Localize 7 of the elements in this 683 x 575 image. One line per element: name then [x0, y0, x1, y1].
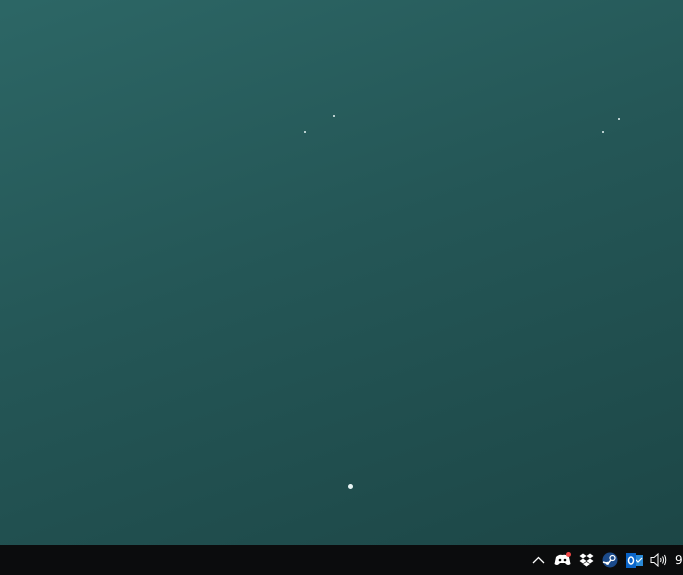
- steam-icon: [602, 552, 618, 568]
- chevron-up-icon: [532, 556, 544, 564]
- mail-app-icon: [626, 552, 642, 568]
- speaker-icon: [650, 553, 666, 567]
- clock-text[interactable]: 9: [670, 553, 683, 567]
- gamepad-icon: [554, 553, 570, 567]
- dropbox-icon: [578, 553, 594, 567]
